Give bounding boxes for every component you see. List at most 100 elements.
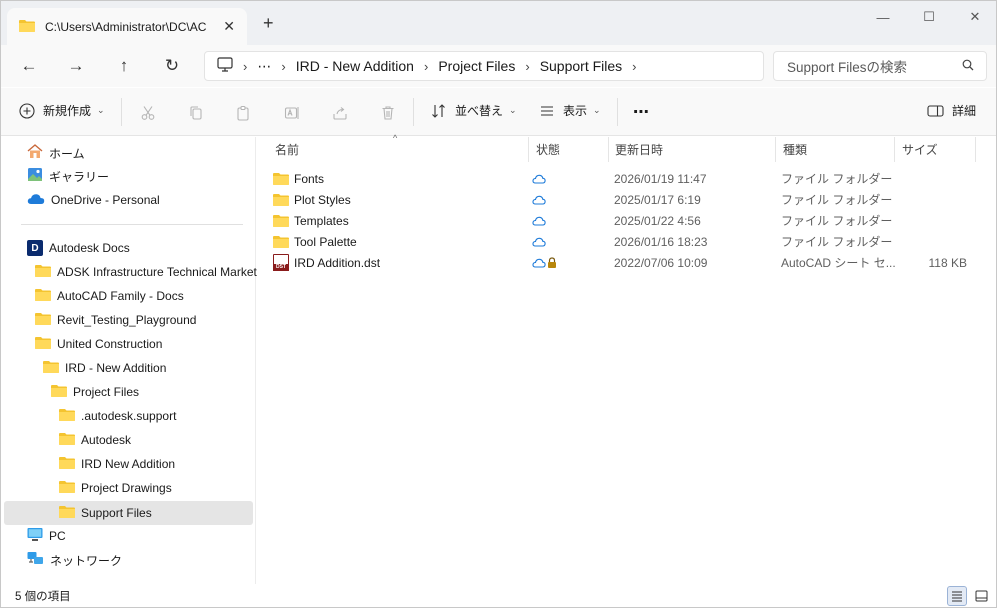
details-view-icon[interactable] (947, 586, 967, 606)
close-window-button[interactable]: ✕ (952, 1, 996, 33)
sidebar-item-label: Autodesk Docs (49, 241, 130, 255)
breadcrumb-project-files[interactable]: Project Files (438, 58, 515, 74)
sidebar-item-autodesk-support[interactable]: .autodesk.support (59, 404, 176, 428)
column-header-name[interactable]: 名前 (275, 137, 299, 162)
folder-icon (51, 384, 67, 400)
back-button[interactable]: ← (14, 53, 44, 79)
sidebar-item-gallery[interactable]: ギャラリー (27, 164, 109, 188)
folder-icon (43, 360, 59, 376)
breadcrumb-chevron-icon[interactable]: › (424, 59, 428, 74)
column-headers: 名前 状態 更新日時 種類 サイズ (257, 137, 996, 162)
tab-current-folder[interactable]: C:\Users\Administrator\DC\AC ✕ (7, 8, 247, 45)
sidebar-item-adsk-infrastructure[interactable]: ADSK Infrastructure Technical Market (35, 260, 257, 284)
share-icon[interactable] (329, 102, 351, 124)
search-icon[interactable] (962, 59, 974, 74)
large-icons-view-icon[interactable] (971, 586, 991, 606)
breadcrumb-chevron-icon[interactable]: › (281, 59, 285, 74)
breadcrumb-chevron-icon[interactable]: › (525, 59, 529, 74)
sidebar-item-autodesk-docs[interactable]: D Autodesk Docs (27, 236, 130, 260)
details-pane-button[interactable]: 詳細 (927, 102, 976, 119)
sidebar-item-ird-new-addition[interactable]: IRD - New Addition (43, 356, 166, 380)
file-row[interactable]: Fonts 2026/01/19 11:47 ファイル フォルダー (263, 168, 983, 189)
sidebar-item-autodesk[interactable]: Autodesk (59, 428, 131, 452)
sidebar-item-project-files[interactable]: Project Files (51, 380, 139, 404)
column-header-type[interactable]: 種類 (783, 137, 807, 162)
sidebar-item-onedrive[interactable]: OneDrive - Personal (27, 188, 160, 212)
sidebar-item-label: Support Files (81, 506, 152, 520)
cloud-status-icon (532, 231, 546, 252)
folder-icon (273, 210, 289, 231)
file-row[interactable]: DST IRD Addition.dst 2022/07/06 10:09 Au… (263, 252, 983, 273)
paste-icon[interactable] (232, 102, 254, 124)
window-controls: — ☐ ✕ (860, 1, 996, 33)
file-row[interactable]: Tool Palette 2026/01/16 18:23 ファイル フォルダー (263, 231, 983, 252)
sidebar-item-label: IRD - New Addition (65, 361, 167, 375)
file-type: ファイル フォルダー (781, 214, 893, 228)
column-divider[interactable] (975, 137, 976, 162)
view-button[interactable]: 表示 ⌄ (539, 102, 601, 119)
folder-icon (35, 264, 51, 280)
folder-icon (59, 408, 75, 424)
folder-icon (273, 231, 289, 252)
breadcrumb-chevron-icon[interactable]: › (632, 59, 636, 74)
dst-file-icon: DST (273, 252, 289, 273)
sidebar-item-autocad-family[interactable]: AutoCAD Family - Docs (35, 284, 184, 308)
breadcrumb-chevron-icon[interactable]: › (243, 59, 247, 74)
folder-icon (59, 505, 75, 521)
onedrive-cloud-icon (27, 193, 45, 208)
new-tab-button[interactable]: + (263, 13, 274, 34)
file-modified: 2025/01/22 4:56 (614, 213, 701, 228)
column-divider[interactable] (528, 137, 529, 162)
rename-icon[interactable] (281, 102, 303, 124)
up-button[interactable]: ↑ (109, 53, 139, 79)
cloud-status-icon (532, 252, 546, 273)
file-type: ファイル フォルダー (781, 235, 893, 249)
breadcrumb-ird-new-addition[interactable]: IRD - New Addition (296, 58, 414, 74)
copy-icon[interactable] (185, 102, 207, 124)
column-header-status[interactable]: 状態 (536, 137, 560, 162)
file-name: Plot Styles (294, 192, 351, 207)
tab-close-icon[interactable]: ✕ (223, 18, 235, 35)
breadcrumb-support-files[interactable]: Support Files (540, 58, 622, 74)
breadcrumb-overflow[interactable]: ⋯ (257, 58, 271, 75)
details-pane-label: 詳細 (952, 104, 977, 118)
new-button[interactable]: 新規作成 ⌄ (19, 102, 105, 119)
sidebar-item-label: AutoCAD Family - Docs (57, 289, 184, 303)
column-header-size[interactable]: サイズ (902, 137, 938, 162)
minimize-button[interactable]: — (860, 1, 906, 33)
sidebar-item-label: ADSK Infrastructure Technical Market (57, 265, 257, 279)
monitor-icon[interactable] (217, 57, 233, 75)
sidebar-item-revit-testing[interactable]: Revit_Testing_Playground (35, 308, 196, 332)
file-row[interactable]: Templates 2025/01/22 4:56 ファイル フォルダー (263, 210, 983, 231)
file-row[interactable]: Plot Styles 2025/01/17 6:19 ファイル フォルダー (263, 189, 983, 210)
sidebar-item-united-construction[interactable]: United Construction (35, 332, 162, 356)
search-input[interactable]: Support Filesの検索 (787, 56, 962, 76)
sidebar-item-label: OneDrive - Personal (51, 193, 160, 207)
sidebar-item-home[interactable]: ホーム (27, 141, 85, 165)
more-options-button[interactable]: ⋯ (633, 102, 649, 122)
sidebar-item-network[interactable]: ネットワーク (27, 548, 122, 572)
delete-icon[interactable] (377, 102, 399, 124)
search-box[interactable]: Support Filesの検索 (773, 51, 987, 81)
sidebar-item-project-drawings[interactable]: Project Drawings (59, 476, 172, 500)
sidebar-item-pc[interactable]: PC (27, 524, 66, 548)
toolbar-divider (617, 98, 618, 126)
folder-icon (273, 168, 289, 189)
refresh-button[interactable]: ↻ (157, 53, 187, 79)
sidebar-item-support-files[interactable]: Support Files (59, 501, 152, 525)
address-bar[interactable]: › ⋯ › IRD - New Addition › Project Files… (204, 51, 764, 81)
file-name: Fonts (294, 171, 325, 186)
cut-icon[interactable] (137, 102, 159, 124)
sidebar-item-label: PC (49, 529, 66, 543)
cloud-status-icon (532, 189, 546, 210)
maximize-button[interactable]: ☐ (906, 1, 952, 33)
sidebar-item-ird-new-addition-sub[interactable]: IRD New Addition (59, 452, 175, 476)
column-header-modified[interactable]: 更新日時 (615, 137, 663, 162)
sort-button[interactable]: 並べ替え ⌄ (431, 102, 517, 119)
column-divider[interactable] (775, 137, 776, 162)
file-name: Tool Palette (294, 234, 357, 249)
forward-button[interactable]: → (61, 53, 91, 79)
sidebar-item-label: Project Drawings (81, 481, 172, 495)
column-divider[interactable] (608, 137, 609, 162)
column-divider[interactable] (894, 137, 895, 162)
